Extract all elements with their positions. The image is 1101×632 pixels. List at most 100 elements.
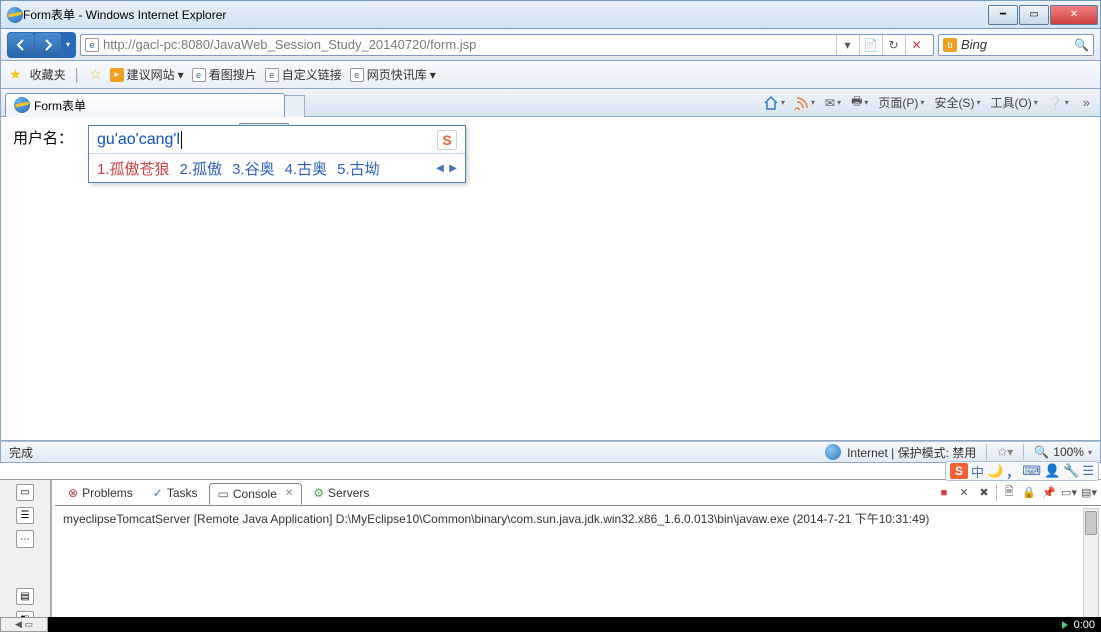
terminate-icon[interactable]: ■ [936,485,952,501]
refresh-icon[interactable]: ↻ [882,35,904,55]
favorites-label[interactable]: 收藏夹 [30,66,66,83]
eclipse-panel: ▭ ☰ ⋯ ▤ ◧ ⊗Problems ✓Tasks ▭Console✕ ⚙Se… [0,479,1101,627]
page-content: 用户名： 提交 gu'ao'cang'l S 1.孤傲苍狼 2.孤傲 3.谷奥 … [0,117,1101,441]
bing-icon: b [943,38,957,52]
console-line: myeclipseTomcatServer [Remote Java Appli… [63,512,929,526]
feeds-button[interactable]: ▾ [795,96,815,110]
display-console-icon[interactable]: ▭▾ [1061,485,1077,501]
command-bar-overflow[interactable]: » [1083,95,1090,110]
dock-item-4[interactable]: ▤ [16,588,34,605]
search-box[interactable]: b Bing 🔍 [938,34,1094,56]
username-label: 用户名： [13,130,73,147]
forward-button[interactable] [35,33,61,57]
ime-status-toolbar[interactable]: S 中 🌙 ， ⌨ 👤 🔧 ☰ [945,461,1099,481]
ime-candidate-1[interactable]: 1.孤傲苍狼 [97,158,170,179]
clear-console-icon[interactable]: 🗎 [1001,485,1017,501]
close-button[interactable]: ✕ [1050,5,1098,25]
window-titlebar: Form表单 - Windows Internet Explorer ━ ▭ ✕ [0,0,1101,29]
view-tabs: ⊗Problems ✓Tasks ▭Console✕ ⚙Servers ■ ✕ … [55,480,1101,506]
tools-menu[interactable]: 工具(O) ▾ [990,94,1037,111]
zone-globe-icon [825,444,841,460]
ime-composition-text[interactable]: gu'ao'cang'l [97,131,180,149]
console-toolbar: ■ ✕ ✖ 🗎 🔒 📌 ▭▾ ▤▾ [936,485,1097,501]
address-bar[interactable]: e ▾ 📄 ↻ ✕ [80,34,934,56]
mail-button[interactable]: ✉▾ [825,96,841,110]
back-button[interactable] [8,33,34,57]
print-button[interactable]: 🖶▾ [851,92,868,113]
ime-page-arrows[interactable]: ◀ ▶ [436,163,457,174]
scrollbar-thumb[interactable] [1085,511,1097,535]
tab-tasks[interactable]: ✓Tasks [144,482,207,504]
page-menu[interactable]: 页面(P) ▾ [878,94,924,111]
zoom-control[interactable]: 🔍 100% ▾ [1034,445,1092,459]
window-buttons: ━ ▭ ✕ [987,5,1098,25]
help-button[interactable]: ❔▾ [1048,96,1069,110]
add-favorite-icon[interactable]: ☆ [89,66,102,83]
tab-active[interactable]: Form表单 [5,93,285,117]
ime-candidate-4[interactable]: 4.古奥 [285,158,328,179]
tab-console[interactable]: ▭Console✕ [209,483,303,505]
tab-bar: Form表单 ▾ ▾ ✉▾ 🖶▾ 页面(P) ▾ 安全(S) ▾ 工具(O) ▾… [0,89,1101,117]
maximize-button[interactable]: ▭ [1019,5,1049,25]
ime-user-icon[interactable]: 👤 [1044,463,1060,479]
ime-moon-icon[interactable]: 🌙 [987,463,1003,479]
tab-title: Form表单 [34,97,86,114]
status-bar: 完成 Internet | 保护模式: 禁用 ✩▾ 🔍 100% ▾ [0,441,1101,463]
fav-link-0[interactable]: ▸建议网站 ▾ [110,66,184,83]
clock-text: 0:00 [1074,619,1095,631]
url-dropdown-icon[interactable]: ▾ [836,35,858,55]
sogou-logo-icon: S [437,130,457,150]
zone-text: Internet | 保护模式: 禁用 [847,444,976,461]
dock-item-2[interactable]: ☰ [16,507,34,524]
open-console-icon[interactable]: ▤▾ [1081,485,1097,501]
sogou-status-icon[interactable]: S [950,463,968,479]
fav-link-3[interactable]: e网页快讯库 ▾ [350,66,436,83]
ime-tool-icon[interactable]: 🔧 [1063,463,1079,479]
ime-punct-icon[interactable]: ， [1006,462,1019,481]
pin-console-icon[interactable]: 📌 [1041,485,1057,501]
ime-candidate-2[interactable]: 2.孤傲 [180,158,223,179]
stop-icon[interactable]: ✕ [905,35,927,55]
ime-lang-label[interactable]: 中 [971,462,984,481]
home-button[interactable]: ▾ [763,95,785,111]
dock-item-1[interactable]: ▭ [16,484,34,501]
ime-menu-icon[interactable]: ☰ [1082,463,1094,479]
protected-mode-icon[interactable]: ✩▾ [997,445,1013,459]
minimize-button[interactable]: ━ [988,5,1018,25]
command-bar: ▾ ▾ ✉▾ 🖶▾ 页面(P) ▾ 安全(S) ▾ 工具(O) ▾ ❔▾ » [763,92,1096,113]
ime-candidate-3[interactable]: 3.谷奥 [232,158,275,179]
eclipse-dock: ▭ ☰ ⋯ ▤ ◧ [0,480,52,628]
ime-soft-kbd-icon[interactable]: ⌨ [1022,463,1041,479]
fav-link-2[interactable]: e自定义链接 [265,66,342,83]
tab-servers[interactable]: ⚙Servers [304,482,378,504]
play-icon [1062,621,1068,629]
ime-composition-row: gu'ao'cang'l S [89,126,465,154]
safety-menu[interactable]: 安全(S) ▾ [934,94,980,111]
dock-item-3[interactable]: ⋯ [16,530,34,547]
console-output[interactable]: myeclipseTomcatServer [Remote Java Appli… [55,506,1101,627]
search-icon[interactable]: 🔍 [1074,38,1089,52]
remove-all-icon[interactable]: ✖ [976,485,992,501]
fav-link-1[interactable]: e看图搜片 [192,66,257,83]
url-input[interactable] [103,37,834,52]
close-tab-icon[interactable]: ✕ [285,488,293,499]
taskbar-clock-area: 0:00 [48,617,1101,632]
window-title: Form表单 - Windows Internet Explorer [23,6,987,23]
scroll-lock-icon[interactable]: 🔒 [1021,485,1037,501]
compat-view-icon[interactable]: 📄 [859,35,881,55]
tab-favicon-icon [14,97,30,113]
navigation-toolbar: ▾ e ▾ 📄 ↻ ✕ b Bing 🔍 [0,29,1101,61]
status-sep-2 [1023,444,1024,460]
ime-candidate-5[interactable]: 5.古坳 [337,158,380,179]
ie-favicon-icon [7,7,23,23]
favorites-bar: ★ 收藏夹 │ ☆ ▸建议网站 ▾ e看图搜片 e自定义链接 e网页快讯库 ▾ [0,61,1101,89]
remove-launch-icon[interactable]: ✕ [956,485,972,501]
nav-history-dropdown[interactable]: ▾ [61,33,75,57]
tab-problems[interactable]: ⊗Problems [59,482,142,504]
favbar-separator: │ [74,68,82,82]
console-scrollbar[interactable] [1083,508,1099,625]
hscroll-left[interactable]: ◀ ▭ [0,617,48,632]
favorites-star-icon[interactable]: ★ [9,66,22,83]
ime-candidates: 1.孤傲苍狼 2.孤傲 3.谷奥 4.古奥 5.古坳 ◀ ▶ [89,154,465,182]
new-tab-button[interactable] [285,95,305,117]
